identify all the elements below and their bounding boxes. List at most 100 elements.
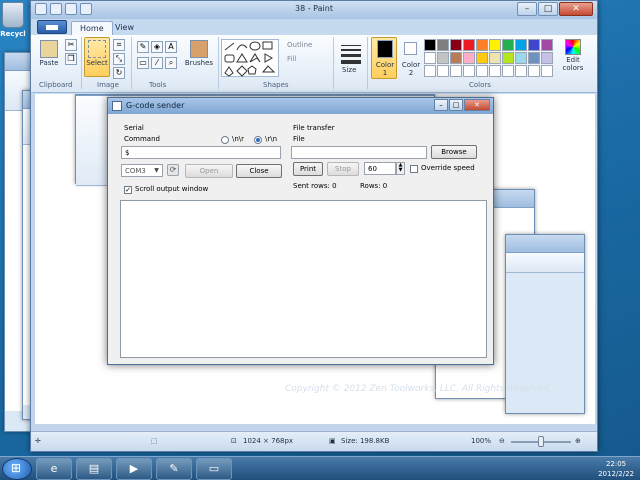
system-clock[interactable]: 22:05 2012/2/22 [598,459,634,479]
maximize-button[interactable]: □ [538,2,558,16]
color-picker-icon[interactable]: ⁄ [151,57,163,69]
minimize-button[interactable]: – [517,2,537,16]
brushes-button[interactable]: Brushes [183,37,215,77]
file-label: File [293,135,305,143]
color-swatch[interactable] [437,65,449,77]
port-select[interactable]: COM3 ▼ [121,164,163,177]
color-swatch[interactable] [528,52,540,64]
color-swatch[interactable] [424,39,436,51]
fill-bucket-icon[interactable]: ◈ [151,41,163,53]
color-swatch[interactable] [489,39,501,51]
select-label: Select [86,59,108,67]
color-swatch[interactable] [528,65,540,77]
refresh-ports-icon[interactable]: ⟳ [167,164,179,176]
clock-date: 2012/2/22 [598,470,634,478]
select-button[interactable]: Select [84,37,110,77]
rotate-icon[interactable]: ↻ [113,67,125,79]
zoom-in-button[interactable]: ⊕ [575,437,581,445]
output-window[interactable] [120,200,487,358]
color-swatch[interactable] [515,65,527,77]
stop-button[interactable]: Stop [327,162,359,176]
paint-menu-button[interactable] [37,20,67,34]
zoom-slider-thumb[interactable] [538,436,544,447]
color-swatch[interactable] [424,52,436,64]
close-button[interactable]: ✕ [559,2,593,16]
color-swatch[interactable] [541,52,553,64]
gcode-titlebar[interactable]: G-code sender – □ ✕ [108,98,493,114]
zoom-level: 100% [471,437,492,445]
color-swatch[interactable] [528,39,540,51]
paste-label: Paste [39,59,59,67]
text-icon[interactable]: A [165,41,177,53]
start-button[interactable] [2,458,32,480]
gcode-close-button[interactable]: ✕ [464,99,490,111]
color-swatch[interactable] [437,52,449,64]
copy-icon[interactable]: ❐ [65,53,77,65]
gcode-minimize-button[interactable]: – [434,99,448,111]
paste-button[interactable]: Paste [35,37,63,77]
cut-icon[interactable]: ✂ [65,39,77,51]
magnifier-icon[interactable]: ⌕ [165,57,177,69]
line-ending-rn-radio[interactable] [254,136,262,144]
taskbar-media-player-icon[interactable]: ▶ [116,458,152,480]
size-button[interactable]: Size [337,37,363,79]
gcode-maximize-button[interactable]: □ [449,99,463,111]
file-transfer-section-label: File transfer [293,124,335,132]
color2-label: Color 2 [401,61,421,77]
close-port-button[interactable]: Close [236,164,282,178]
recycle-bin-icon[interactable]: Recycl [0,2,30,38]
print-button[interactable]: Print [293,162,323,176]
color-swatch[interactable] [437,39,449,51]
color-swatch[interactable] [541,39,553,51]
color-swatch[interactable] [463,52,475,64]
color1-button[interactable]: Color 1 [371,37,397,79]
color-swatch[interactable] [541,65,553,77]
taskbar-gcode-icon[interactable]: ▭ [196,458,232,480]
color-swatch[interactable] [450,52,462,64]
tab-view[interactable]: View [107,21,142,35]
resize-icon[interactable]: ⤡ [113,53,125,65]
color-swatch[interactable] [515,52,527,64]
taskbar-ie-icon[interactable]: e [36,458,72,480]
color-swatch[interactable] [489,65,501,77]
zoom-out-button[interactable]: ⊖ [499,437,505,445]
crop-icon[interactable]: ⌗ [113,39,125,51]
speed-input[interactable]: 60 [364,162,396,175]
pencil-icon[interactable]: ✎ [137,41,149,53]
eraser-icon[interactable]: ▭ [137,57,149,69]
file-path-input[interactable] [291,146,427,159]
group-label-image: Image [97,81,119,89]
edit-colors-label: Edit colors [562,56,584,72]
override-speed-checkbox[interactable] [410,165,418,173]
edit-colors-button[interactable]: Edit colors [559,39,587,72]
color-swatch[interactable] [489,52,501,64]
open-button[interactable]: Open [185,164,233,178]
color-swatch[interactable] [463,65,475,77]
scroll-output-checkbox[interactable]: ✓ [124,186,132,194]
serial-section-label: Serial [124,124,144,132]
color-swatch[interactable] [502,39,514,51]
color-swatch[interactable] [515,39,527,51]
ribbon-separator [333,37,334,89]
color-swatch[interactable] [476,65,488,77]
taskbar-paint-icon[interactable]: ✎ [156,458,192,480]
color2-button[interactable]: Color 2 [399,37,421,79]
color-swatch[interactable] [424,65,436,77]
outline-dropdown[interactable]: Outline [287,41,312,49]
line-ending-nr-radio[interactable] [221,136,229,144]
color-swatch[interactable] [450,65,462,77]
speed-spinner[interactable]: ▲ ▼ [396,162,405,175]
paint-titlebar[interactable]: 38 - Paint – □ ✕ [31,1,597,19]
fill-dropdown[interactable]: Fill [287,55,296,63]
shapes-gallery[interactable] [221,39,279,77]
color-swatch[interactable] [463,39,475,51]
color-swatch[interactable] [502,65,514,77]
color-swatch[interactable] [450,39,462,51]
color-swatch[interactable] [476,52,488,64]
command-input[interactable]: $ [121,146,281,159]
color-swatch[interactable] [502,52,514,64]
color-swatch[interactable] [476,39,488,51]
taskbar-explorer-icon[interactable]: ▤ [76,458,112,480]
line-ending-nr-label: \n\r [232,135,245,143]
browse-button[interactable]: Browse [431,145,477,159]
